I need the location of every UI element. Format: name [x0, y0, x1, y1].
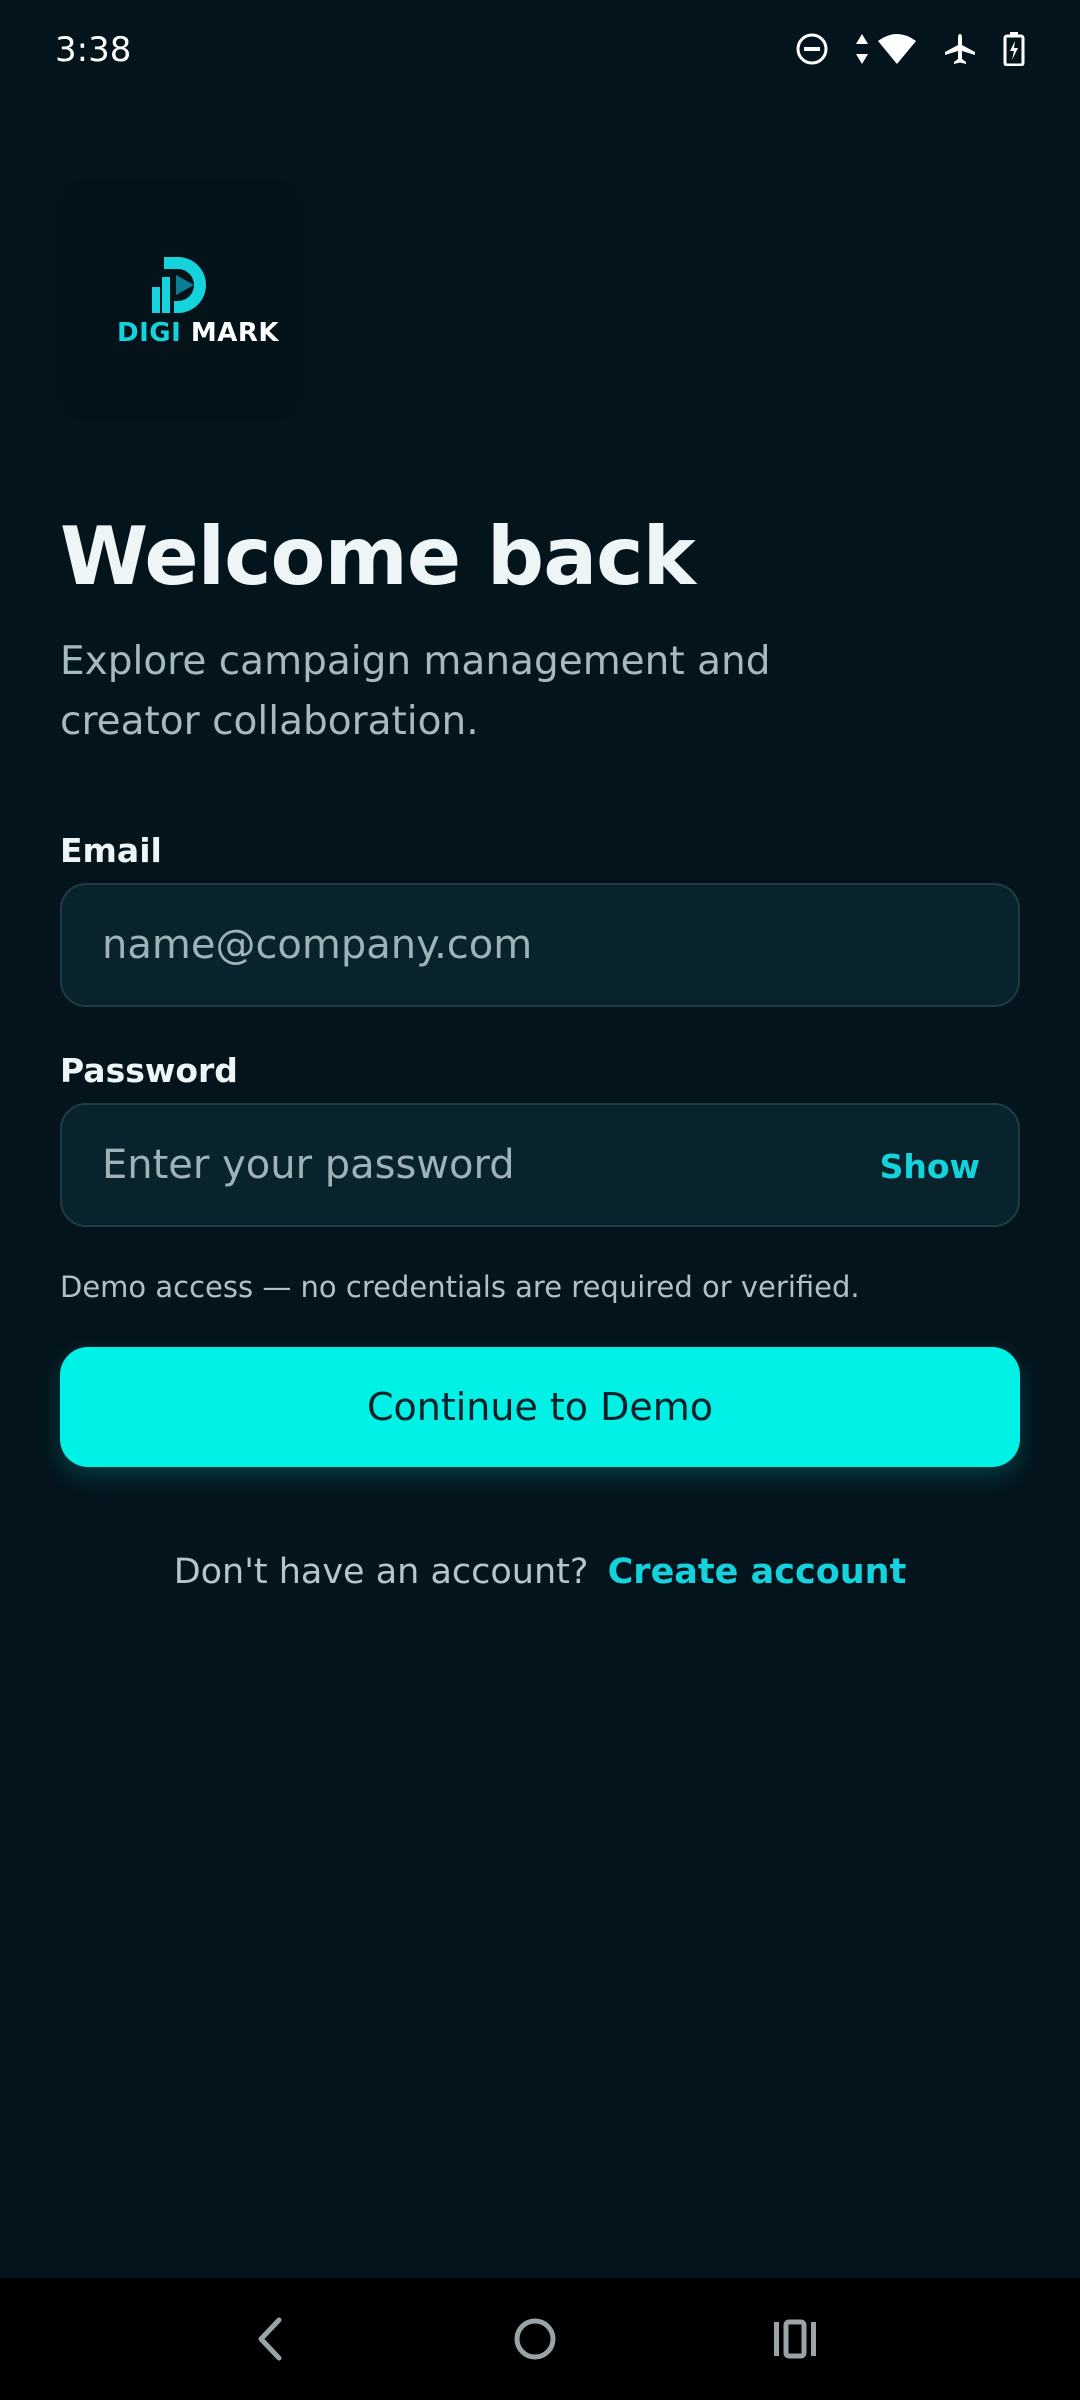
recents-icon: [774, 2319, 816, 2359]
wifi-icon: [877, 33, 917, 65]
digimark-logo-icon: [152, 257, 206, 313]
brand-wordmark: DIGI MARK: [117, 318, 279, 348]
email-label: Email: [60, 831, 162, 870]
create-account-link[interactable]: Create account: [608, 1552, 907, 1592]
airplane-mode-icon: [943, 32, 977, 66]
brand-name-part1: DIGI: [117, 318, 182, 348]
status-time: 3:38: [55, 30, 132, 70]
do-not-disturb-icon: [795, 32, 829, 66]
recents-button[interactable]: [735, 2278, 855, 2400]
page-title: Welcome back: [60, 510, 696, 603]
home-icon: [514, 2318, 556, 2360]
password-label: Password: [60, 1051, 238, 1090]
signup-prompt-text: Don't have an account?: [173, 1552, 589, 1592]
email-input[interactable]: [102, 885, 922, 1005]
password-input[interactable]: [102, 1105, 922, 1225]
back-icon: [258, 2317, 282, 2361]
back-button[interactable]: [210, 2278, 330, 2400]
login-screen: 3:38 DIGI MARK Welcome back Explore camp…: [0, 0, 1080, 2400]
status-bar: 3:38: [0, 0, 1080, 110]
email-field-container: [60, 883, 1020, 1007]
continue-to-demo-button[interactable]: Continue to Demo: [60, 1347, 1020, 1467]
show-password-toggle[interactable]: Show: [880, 1147, 980, 1186]
page-subtitle: Explore campaign management and creator …: [60, 639, 771, 744]
home-button[interactable]: [475, 2278, 595, 2400]
brand-logo: DIGI MARK: [60, 180, 300, 420]
status-icons: [795, 32, 1025, 66]
demo-access-note: Demo access — no credentials are require…: [60, 1270, 860, 1304]
password-field-container: Show: [60, 1103, 1020, 1227]
system-nav-bar: [0, 2278, 1080, 2400]
battery-charging-icon: [1003, 32, 1025, 66]
signup-prompt: Don't have an account? Create account: [0, 1552, 1080, 1592]
data-arrows-icon: [855, 34, 869, 64]
brand-name-part2: MARK: [190, 318, 280, 348]
